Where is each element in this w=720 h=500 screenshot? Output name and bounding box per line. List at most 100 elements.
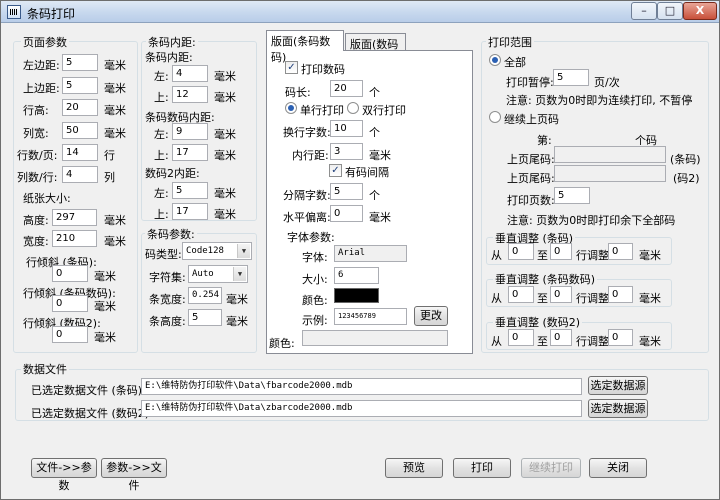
code-type-select[interactable]: Code128 ▼ [182,242,252,260]
top-margin-input[interactable]: 5 [62,77,98,94]
vadj-num2-to-label: 至 [537,335,548,348]
pad2-top-unit: 毫米 [214,149,236,162]
vadj-barcode-to-label: 至 [537,249,548,262]
select-datasource-button-1[interactable]: 选定数据源 [588,376,648,395]
pad1-top-label: 上: [154,91,169,104]
pad3-top-input[interactable]: 17 [172,203,208,220]
vadj-barcode-to-input[interactable]: 0 [550,243,572,260]
single-row-label: 单行打印 [300,104,344,117]
vadj-barcode-from-label: 从 [491,249,502,262]
vadj-barcode-from-input[interactable]: 0 [508,243,534,260]
double-row-label: 双行打印 [362,104,406,117]
vadj-num2-from-input[interactable]: 0 [508,329,534,346]
single-row-radio[interactable] [285,102,297,114]
code-type-label: 码类型: [145,248,182,261]
rows-per-page-label: 行数/页: [17,149,58,162]
cols-per-row-label: 列数/行: [17,171,58,184]
print-digits-checkbox[interactable]: ✓ [285,61,298,74]
h-offset-input[interactable]: 0 [330,205,363,222]
file-to-params-button[interactable]: 文件->>参数 [31,458,97,492]
code-type-value: Code128 [186,246,224,256]
paper-height-unit: 毫米 [104,214,126,227]
last-barcode-label: 上页尾码: [507,153,555,166]
sample-value: 123456789 [334,308,407,325]
pause-input[interactable]: 5 [553,69,589,86]
charset-value: Auto [192,269,214,279]
main-window: 条码打印 – □ X 页面参数 左边距: 5 毫米 上边距: 5 毫米 行高: … [0,0,720,500]
slant-num2-unit: 毫米 [94,331,116,344]
pad3-left-input[interactable]: 5 [172,182,208,199]
vadj-barcode-row-input[interactable]: 0 [608,243,633,260]
continue-print-button[interactable]: 继续打印 [521,458,581,478]
close-button[interactable]: 关闭 [589,458,647,478]
pad1-left-input[interactable]: 4 [172,65,208,82]
file1-label: 已选定数据文件 (条码): [31,384,146,397]
pad2-left-input[interactable]: 9 [172,123,208,140]
close-window-button[interactable]: X [683,2,717,20]
maximize-button[interactable]: □ [657,2,683,20]
vadj-barcode-unit: 毫米 [639,249,661,262]
tab-layout-barcode-digits[interactable]: 版面(条码数码) [266,30,344,64]
file1-path[interactable]: E:\维特防伪打印软件\Data\fbarcode2000.mdb [141,378,582,395]
barcode-padding-sub3: 数码2内距: [145,167,200,180]
paper-height-input[interactable]: 297 [52,209,97,226]
has-gap-checkbox[interactable]: ✓ [329,164,342,177]
print-button[interactable]: 打印 [453,458,511,478]
file2-path[interactable]: E:\维特防伪打印软件\Data\zbarcode2000.mdb [141,400,582,417]
row-height-input[interactable]: 20 [62,99,98,116]
slant-barcode-input[interactable]: 0 [52,265,88,282]
row-height-label: 行高: [23,104,49,117]
chevron-down-icon: ▼ [233,267,246,281]
vadj-num2-row-input[interactable]: 0 [608,329,633,346]
pad1-top-unit: 毫米 [214,91,236,104]
pause-unit: 页/次 [594,76,620,89]
col-width-label: 列宽: [23,127,49,140]
cols-per-row-input[interactable]: 4 [62,166,98,183]
vadj-barcode-num-from-input[interactable]: 0 [508,286,534,303]
double-row-radio[interactable] [347,102,359,114]
code-length-input[interactable]: 20 [330,80,363,97]
vadj-barcode-num-row-label: 行调整 [576,292,609,305]
print-pages-input[interactable]: 5 [554,187,590,204]
vadj-barcode-row-label: 行调整 [576,249,609,262]
continue-page-radio[interactable] [489,111,501,123]
change-font-button[interactable]: 更改 [414,306,448,326]
continue-page-label: 继续上页码 [504,113,559,126]
paper-width-label: 宽度: [23,235,49,248]
pad2-top-label: 上: [154,149,169,162]
preview-button[interactable]: 预览 [385,458,443,478]
pad2-top-input[interactable]: 17 [172,144,208,161]
vadj-barcode-num-row-input[interactable]: 0 [608,286,633,303]
line-spacing-input[interactable]: 3 [330,143,363,160]
params-to-file-button[interactable]: 参数->>文件 [101,458,167,492]
wrap-chars-input[interactable]: 10 [330,120,363,137]
print-digits-label: 打印数码 [301,63,345,76]
charset-select[interactable]: Auto ▼ [188,265,248,283]
code-length-label: 码长: [285,86,311,99]
slant-barcode-num-input[interactable]: 0 [52,295,88,312]
paper-width-input[interactable]: 210 [52,230,97,247]
minimize-button[interactable]: – [631,2,657,20]
left-margin-input[interactable]: 5 [62,54,98,71]
barcode-app-icon [7,5,21,19]
window-title: 条码打印 [27,7,76,21]
rows-per-page-input[interactable]: 14 [62,144,98,161]
rows-per-page-unit: 行 [104,149,115,162]
last-barcode-input [554,146,666,163]
all-pages-radio[interactable] [489,54,501,66]
bar-height-input[interactable]: 5 [188,309,222,326]
col-width-input[interactable]: 50 [62,122,98,139]
bar-width-input[interactable]: 0.254 [188,287,222,304]
code-length-unit: 个 [369,86,380,99]
sep-chars-input[interactable]: 5 [330,183,363,200]
h-offset-label: 水平偏离: [283,211,331,224]
vadj-num2-to-input[interactable]: 0 [550,329,572,346]
select-datasource-button-2[interactable]: 选定数据源 [588,399,648,418]
slant-num2-input[interactable]: 0 [52,326,88,343]
paper-height-label: 高度: [23,214,49,227]
vadj-barcode-num-to-input[interactable]: 0 [550,286,572,303]
pad1-top-input[interactable]: 12 [172,86,208,103]
paper-width-unit: 毫米 [104,235,126,248]
vadj-barcode-num-unit: 毫米 [639,292,661,305]
note-remaining: 注意: 页数为0时即打印余下全部码 [507,214,676,227]
